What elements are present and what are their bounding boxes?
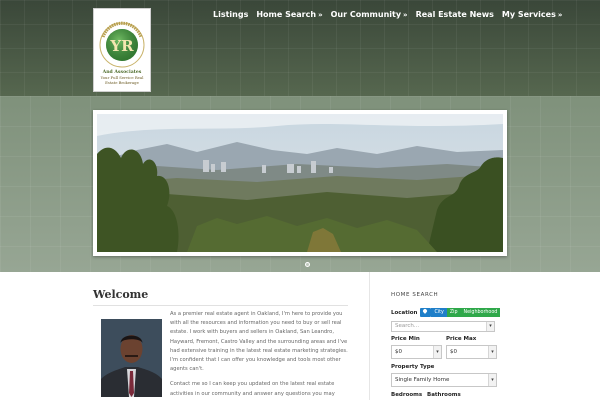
chevron-down-icon[interactable]: ▾	[488, 346, 496, 358]
location-row: Location City Zip Neighborhood	[391, 308, 501, 317]
double-chevron-icon: »	[403, 10, 408, 19]
main-nav: Listings Home Search » Our Community » R…	[213, 10, 570, 19]
welcome-paragraph: As a premier real estate agent in Oaklan…	[170, 311, 348, 373]
price-min-label: Price Min	[391, 336, 420, 342]
double-chevron-icon: »	[557, 10, 563, 19]
hero-section	[0, 96, 600, 272]
price-min-select[interactable]: $0 ▾	[391, 345, 442, 359]
chevron-down-icon[interactable]: ▾	[488, 374, 496, 386]
tab-city[interactable]: City	[431, 308, 447, 317]
price-max-value: $0	[450, 349, 457, 355]
city-skyline-photo	[97, 114, 503, 252]
nav-listings[interactable]: Listings	[213, 10, 248, 19]
map-pin-icon[interactable]	[420, 308, 432, 317]
widget-title: HOME SEARCH	[391, 292, 439, 298]
welcome-section: Welcome As a premier real estate agent i…	[93, 288, 348, 400]
chevron-down-icon[interactable]: ▾	[486, 322, 494, 331]
property-type-select[interactable]: Single Family Home ▾	[391, 373, 497, 387]
nav-label: My Services	[501, 10, 556, 19]
price-max-select[interactable]: $0 ▾	[446, 345, 497, 359]
hero-slide[interactable]	[93, 110, 507, 256]
double-chevron-icon: »	[318, 10, 323, 19]
nav-label: Home Search	[256, 10, 317, 19]
home-search-widget: HOME SEARCH Location City Zip Neighborho…	[369, 272, 600, 400]
tab-neighborhood[interactable]: Neighborhood	[460, 308, 501, 317]
nav-our-community[interactable]: Our Community »	[331, 10, 408, 19]
nav-label: Our Community	[330, 10, 402, 19]
property-type-label: Property Type	[391, 364, 435, 370]
bathrooms-label: Bathrooms	[427, 392, 461, 398]
welcome-paragraph: Contact me so I can keep you updated on …	[170, 381, 335, 400]
nav-my-services[interactable]: My Services »	[502, 10, 563, 19]
nav-label: Real Estate News	[415, 10, 494, 19]
svg-text:Estate Brokerage: Estate Brokerage	[105, 80, 139, 85]
welcome-body: As a premier real estate agent in Oaklan…	[170, 310, 348, 400]
slider-pagination-dot[interactable]	[305, 262, 310, 267]
location-search-input[interactable]: Search... ▾	[391, 321, 495, 332]
main-content: Welcome As a premier real estate agent i…	[0, 272, 600, 400]
price-max-label: Price Max	[446, 336, 477, 342]
location-label: Location	[391, 309, 418, 316]
page-title: Welcome	[93, 288, 348, 306]
bedrooms-label: Bedrooms	[391, 392, 423, 398]
site-header: YR And Associates Your Full Service Real…	[0, 0, 600, 96]
nav-home-search[interactable]: Home Search »	[256, 10, 322, 19]
agent-photo	[101, 319, 162, 397]
location-tabs: City Zip Neighborhood	[420, 308, 501, 317]
svg-text:YR: YR	[109, 37, 134, 55]
agent-portrait	[101, 319, 162, 397]
logo[interactable]: YR And Associates Your Full Service Real…	[93, 8, 151, 92]
nav-label: Listings	[213, 10, 249, 19]
logo-graphic: YR And Associates Your Full Service Real…	[94, 9, 150, 91]
price-min-value: $0	[395, 349, 402, 355]
nav-real-estate-news[interactable]: Real Estate News	[416, 10, 494, 19]
search-placeholder: Search...	[395, 323, 420, 329]
chevron-down-icon[interactable]: ▾	[433, 346, 441, 358]
tab-zip[interactable]: Zip	[446, 308, 461, 317]
property-type-value: Single Family Home	[395, 377, 450, 383]
